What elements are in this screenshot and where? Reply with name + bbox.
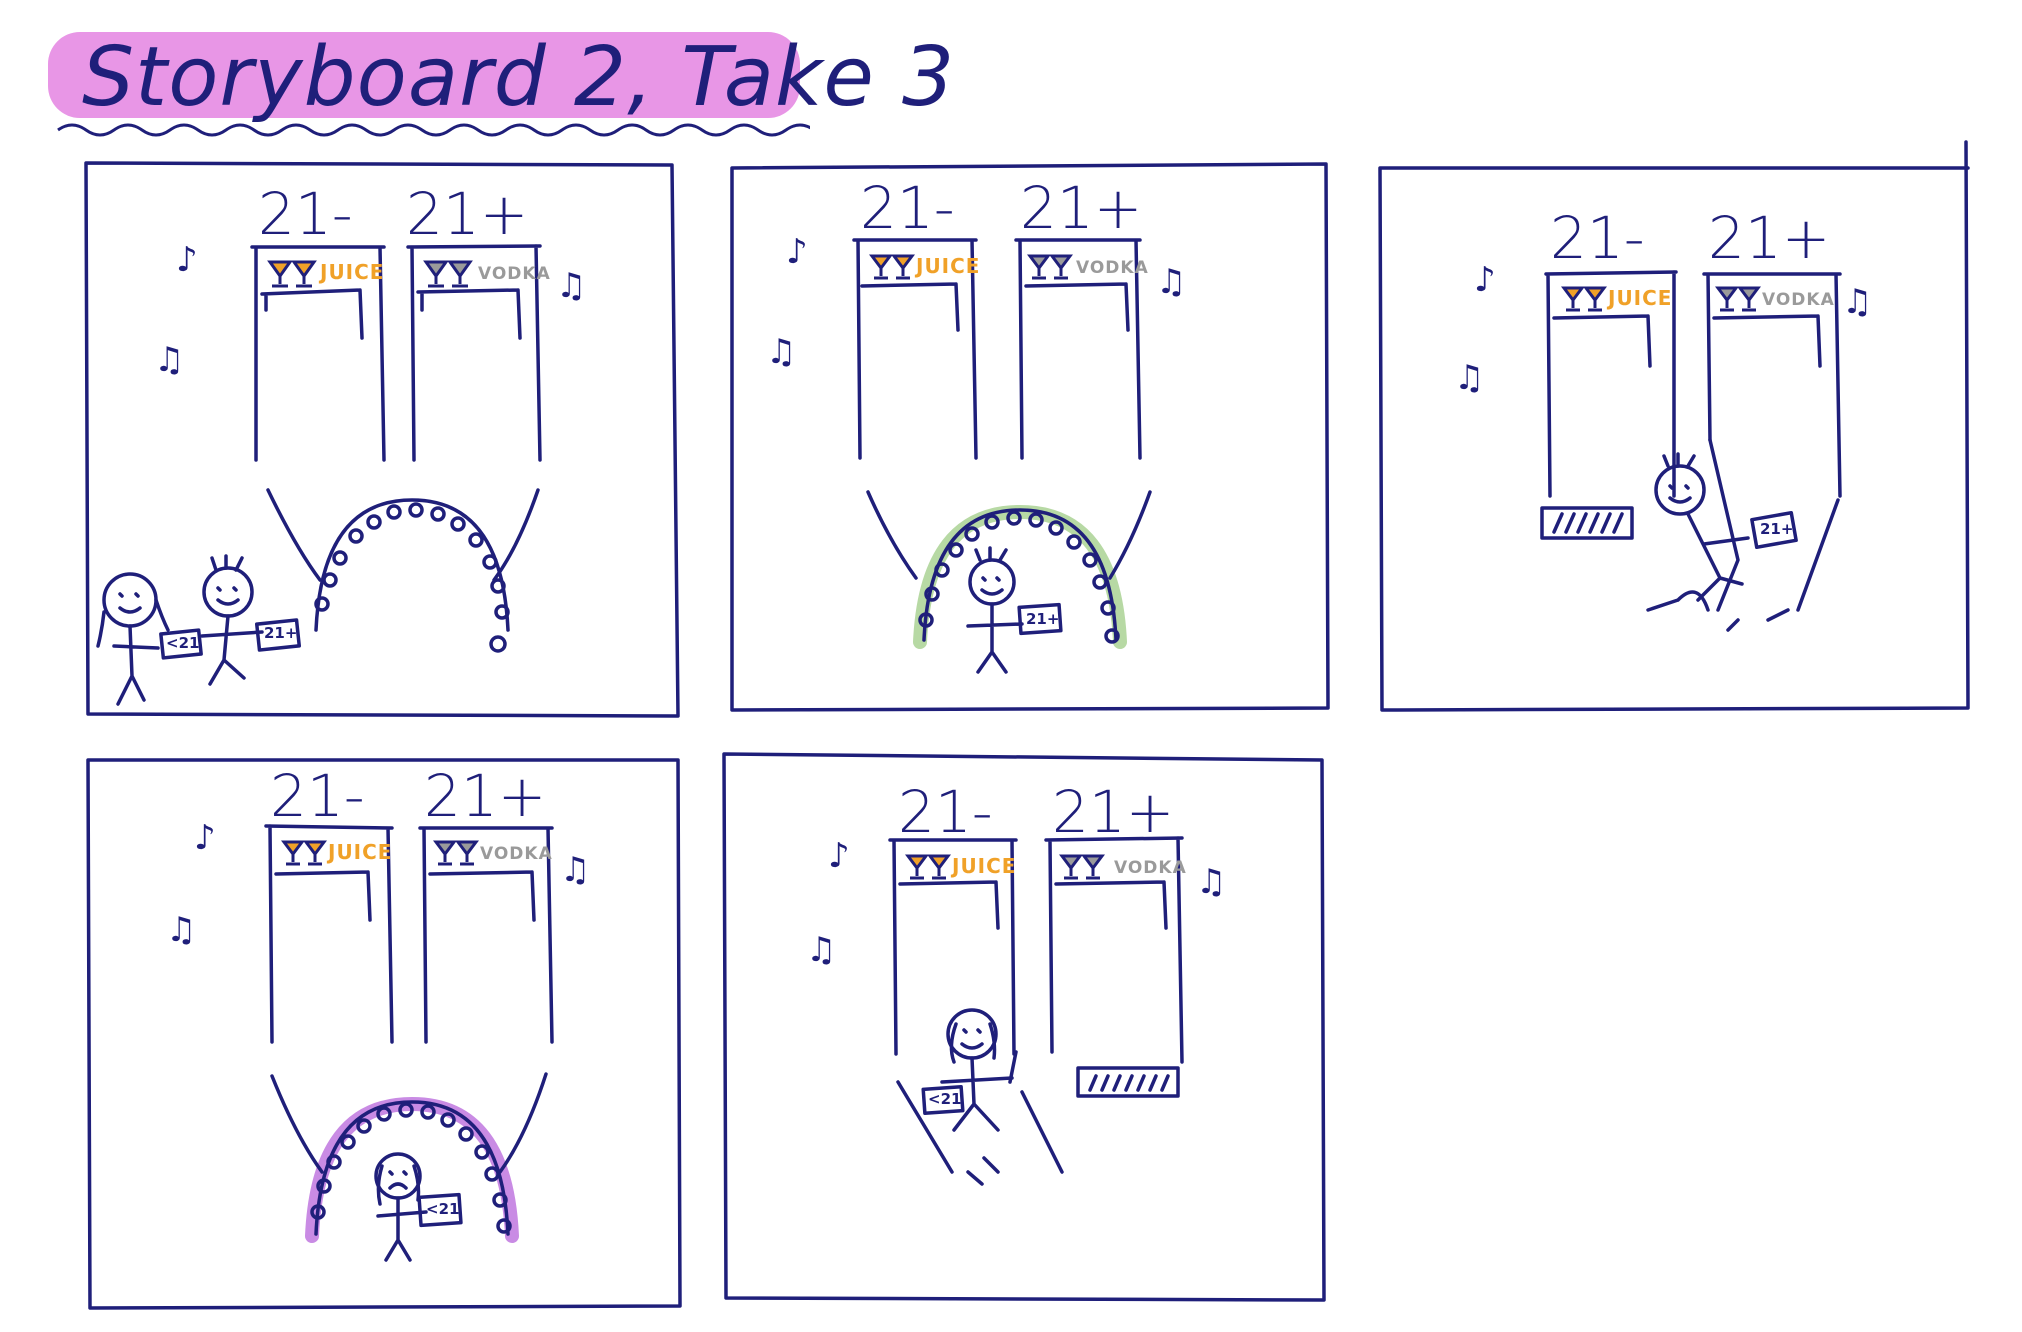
- sign-over-21: 21+: [1052, 778, 1175, 846]
- sign-over-21: 21+: [1708, 204, 1831, 272]
- beamed-notes-icon: ♫: [1196, 862, 1227, 902]
- drink-glass-icon: [1715, 286, 1761, 312]
- arch-glow-purple: [305, 1096, 519, 1243]
- person-stick-figure-icon: [200, 554, 264, 686]
- panel-5-drawing: [722, 752, 1326, 1302]
- beamed-notes-icon: ♫: [806, 930, 837, 970]
- juice-label: JUICE: [328, 840, 393, 864]
- beamed-notes-icon: ♫: [1156, 262, 1187, 302]
- panel-2-drawing: [730, 162, 1330, 712]
- vodka-label: VODKA: [1762, 290, 1835, 310]
- panel-2: 21- 21+ JUICE VODKA 21+ ♪ ♫ ♫: [730, 162, 1332, 714]
- sign-under-21: 21-: [270, 762, 365, 830]
- barrier-hatch-lines: [1552, 512, 1624, 534]
- vodka-label: VODKA: [1076, 258, 1149, 278]
- beamed-notes-icon: ♫: [1842, 282, 1873, 322]
- panel-3-drawing: [1378, 140, 1970, 712]
- panel-3: 21- 21+ JUICE VODKA 21+ ♪ ♫ ♫: [1378, 140, 1972, 714]
- id-card-text: 21+: [1026, 610, 1060, 628]
- beamed-notes-icon: ♫: [1454, 358, 1485, 398]
- panel-1: 21- 21+ JUICE VODKA <21 21+ ♪ ♫ ♫: [84, 160, 684, 722]
- juice-label: JUICE: [320, 260, 385, 284]
- eighth-note-icon: ♪: [786, 232, 808, 272]
- beamed-notes-icon: ♫: [166, 910, 197, 950]
- arch-lights: [314, 502, 510, 653]
- sign-under-21: 21-: [258, 180, 353, 248]
- sign-under-21: 21-: [898, 778, 993, 846]
- vodka-label: VODKA: [480, 844, 553, 864]
- id-card-text: 21+: [1760, 520, 1794, 538]
- storyboard-title: Storyboard 2, Take 3: [48, 22, 954, 144]
- juice-label: JUICE: [1608, 286, 1673, 310]
- vodka-label: VODKA: [1114, 858, 1187, 878]
- drink-glass-icon: [433, 840, 479, 866]
- person-stick-figure-icon: [966, 546, 1024, 674]
- beamed-notes-icon: ♫: [154, 340, 185, 380]
- drink-glass-icon: [869, 254, 915, 280]
- juice-label: JUICE: [916, 254, 981, 278]
- vodka-label: VODKA: [478, 264, 551, 284]
- juice-label: JUICE: [952, 854, 1017, 878]
- sign-over-21: 21+: [424, 762, 547, 830]
- walkway-lines: [896, 1050, 1064, 1186]
- beamed-notes-icon: ♫: [560, 850, 591, 890]
- eighth-note-icon: ♪: [1474, 260, 1496, 300]
- title-text: Storyboard 2, Take 3: [82, 30, 956, 125]
- id-card-text: <21: [166, 634, 200, 652]
- security-arch: [314, 498, 510, 632]
- id-card-text: 21+: [264, 624, 298, 642]
- eighth-note-icon: ♪: [194, 818, 216, 858]
- eighth-note-icon: ♪: [176, 240, 198, 280]
- beamed-notes-icon: ♫: [556, 266, 587, 306]
- sign-over-21: 21+: [406, 180, 529, 248]
- panel-5: 21- 21+ JUICE VODKA <21 ♪ ♫ ♫: [722, 752, 1330, 1308]
- walkway-lines: [1646, 438, 1840, 632]
- id-card-text: <21: [928, 1090, 962, 1108]
- drink-glass-icon: [905, 854, 951, 880]
- barrier-hatch-lines: [1088, 1074, 1170, 1092]
- panel-frame: [730, 162, 1330, 712]
- drink-glass-icon: [423, 260, 473, 288]
- person-stick-figure-icon: [1654, 452, 1750, 602]
- drink-glass-icon: [281, 840, 327, 866]
- id-card-text: <21: [426, 1200, 460, 1218]
- sign-over-21: 21+: [1020, 174, 1143, 242]
- eighth-note-icon: ♪: [828, 836, 850, 876]
- beamed-notes-icon: ♫: [766, 332, 797, 372]
- sign-under-21: 21-: [860, 174, 955, 242]
- drink-glass-icon: [1059, 854, 1105, 880]
- sign-under-21: 21-: [1550, 204, 1645, 272]
- panel-4: 21- 21+ JUICE VODKA <21 ♪ ♫ ♫: [86, 756, 684, 1312]
- title-wavy-underline: [57, 123, 810, 137]
- person-stick-figure-icon: [96, 572, 170, 706]
- drink-glass-icon: [267, 260, 317, 288]
- drink-glass-icon: [1561, 286, 1607, 312]
- drink-glass-icon: [1027, 254, 1073, 280]
- panel-frame: [722, 752, 1326, 1302]
